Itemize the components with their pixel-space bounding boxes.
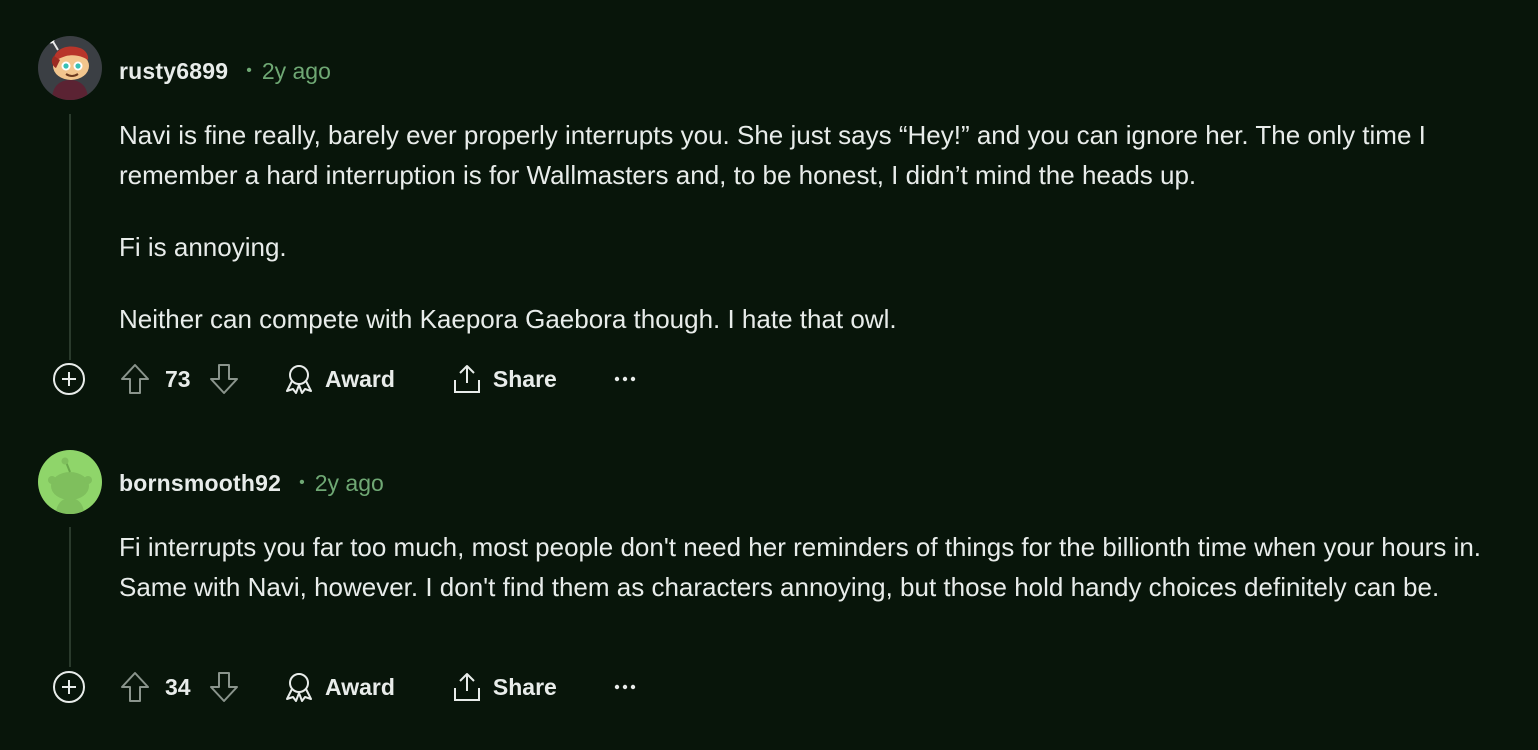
timestamp[interactable]: 2y ago [315, 470, 384, 497]
upvote-button[interactable] [118, 362, 152, 396]
arrow-down-icon [210, 672, 238, 702]
snoo-avatar-red-hat-icon [38, 36, 102, 100]
thread-line[interactable] [69, 114, 71, 360]
separator-dot: • [299, 474, 305, 491]
comment-body: Navi is fine really, barely ever properl… [119, 115, 1514, 339]
upvote-button[interactable] [118, 670, 152, 704]
share-label: Share [492, 365, 557, 392]
more-options-button[interactable] [614, 670, 636, 704]
comment-header: rusty6899 • 2y ago [119, 55, 331, 87]
comment-actions: 34 Award Share [52, 667, 636, 707]
comment-paragraph: Neither can compete with Kaepora Gaebora… [119, 304, 897, 334]
separator-dot: • [246, 62, 252, 79]
downvote-button[interactable] [207, 362, 241, 396]
comment-paragraph: Navi is fine really, barely ever properl… [119, 120, 1426, 190]
ellipsis-icon [614, 684, 636, 690]
arrow-down-icon [210, 364, 238, 394]
comment-paragraph: Fi is annoying. [119, 232, 287, 262]
award-button[interactable]: Award [283, 359, 395, 399]
thread-line[interactable] [69, 527, 71, 667]
username[interactable]: bornsmooth92 [119, 470, 281, 497]
award-button[interactable]: Award [283, 667, 395, 707]
arrow-up-icon [121, 672, 149, 702]
share-upload-icon [453, 673, 480, 701]
username[interactable]: rusty6899 [119, 58, 228, 85]
comment-actions: 73 Award Share [52, 359, 636, 399]
expand-thread-button[interactable] [52, 362, 86, 396]
award-label: Award [325, 673, 395, 700]
vote-score: 73 [165, 365, 191, 392]
avatar[interactable] [38, 36, 102, 100]
snoo-avatar-default-green-icon [38, 450, 102, 514]
vote-score: 34 [165, 673, 191, 700]
share-button[interactable]: Share [451, 359, 557, 399]
ellipsis-icon [614, 376, 636, 382]
comment-paragraph: Fi interrupts you far too much, most peo… [119, 532, 1482, 602]
award-ribbon-icon [286, 365, 312, 394]
downvote-button[interactable] [207, 670, 241, 704]
share-label: Share [492, 673, 557, 700]
award-ribbon-icon [286, 673, 312, 702]
share-button[interactable]: Share [451, 667, 557, 707]
plus-circle-icon [53, 671, 85, 703]
award-label: Award [325, 365, 395, 392]
comment-header: bornsmooth92 • 2y ago [119, 467, 384, 499]
arrow-up-icon [121, 364, 149, 394]
timestamp[interactable]: 2y ago [262, 58, 331, 85]
avatar[interactable] [38, 450, 102, 514]
more-options-button[interactable] [614, 362, 636, 396]
expand-thread-button[interactable] [52, 670, 86, 704]
comment-body: Fi interrupts you far too much, most peo… [119, 527, 1514, 607]
share-upload-icon [453, 365, 480, 393]
plus-circle-icon [53, 363, 85, 395]
